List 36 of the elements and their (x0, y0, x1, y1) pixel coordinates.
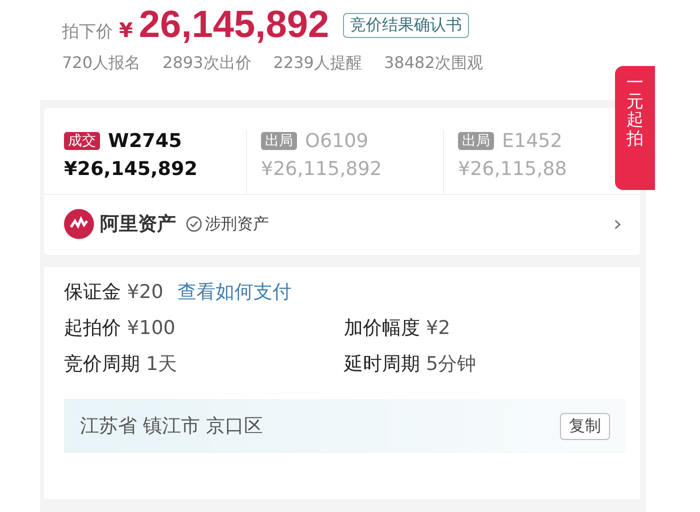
detail-value: ¥2 (426, 317, 450, 339)
currency-sign: ¥ (119, 18, 133, 42)
detail-label: 延时周期 (344, 353, 420, 375)
status-tag: 出局 (261, 132, 297, 150)
status-tag: 成交 (64, 132, 100, 150)
chevron-icon[interactable]: › (613, 212, 622, 236)
stat-text: 38482次围观 (384, 53, 483, 74)
bid-price: ¥26,115,88 (458, 158, 568, 180)
stat-text: 2239人提醒 (273, 53, 362, 74)
detail-label: 起拍价 (64, 317, 121, 339)
detail-label: 保证金 (64, 281, 121, 303)
detail-value: ¥20 (127, 281, 164, 303)
check-circle-icon (186, 216, 202, 232)
bidder-code: W2745 (108, 130, 182, 152)
price-label: 拍下价 (62, 21, 113, 43)
platform-name: 阿里资产 (100, 212, 176, 237)
detail-label: 加价幅度 (344, 317, 420, 339)
detail-value: ¥100 (127, 317, 176, 339)
payment-link[interactable]: 查看如何支付 (177, 281, 292, 303)
bid-price: ¥26,145,892 (64, 158, 198, 180)
address: 江苏省 镇江市 京口区 (80, 414, 264, 439)
detail-value: 1天 (146, 353, 178, 375)
bidder-code: O6109 (305, 130, 368, 152)
certificate-link[interactable]: 竞价结果确认书 (343, 13, 470, 38)
final-price: 26,145,892 (138, 4, 330, 47)
detail-value: 5分钟 (426, 353, 476, 375)
detail-label: 竞价周期 (64, 353, 140, 375)
platform-logo-icon (64, 209, 94, 239)
bid-price: ¥26,115,892 (261, 158, 383, 180)
bidder-code: E1452 (502, 130, 562, 152)
stat-text: 2893次出价 (162, 53, 252, 74)
asset-category-label: 涉刑资产 (205, 214, 269, 234)
copy-button[interactable]: 复制 (560, 412, 610, 440)
stat-text: 720人报名 (62, 53, 141, 74)
status-tag: 出局 (458, 132, 494, 150)
side-tab[interactable]: 一元起拍 (615, 66, 655, 190)
